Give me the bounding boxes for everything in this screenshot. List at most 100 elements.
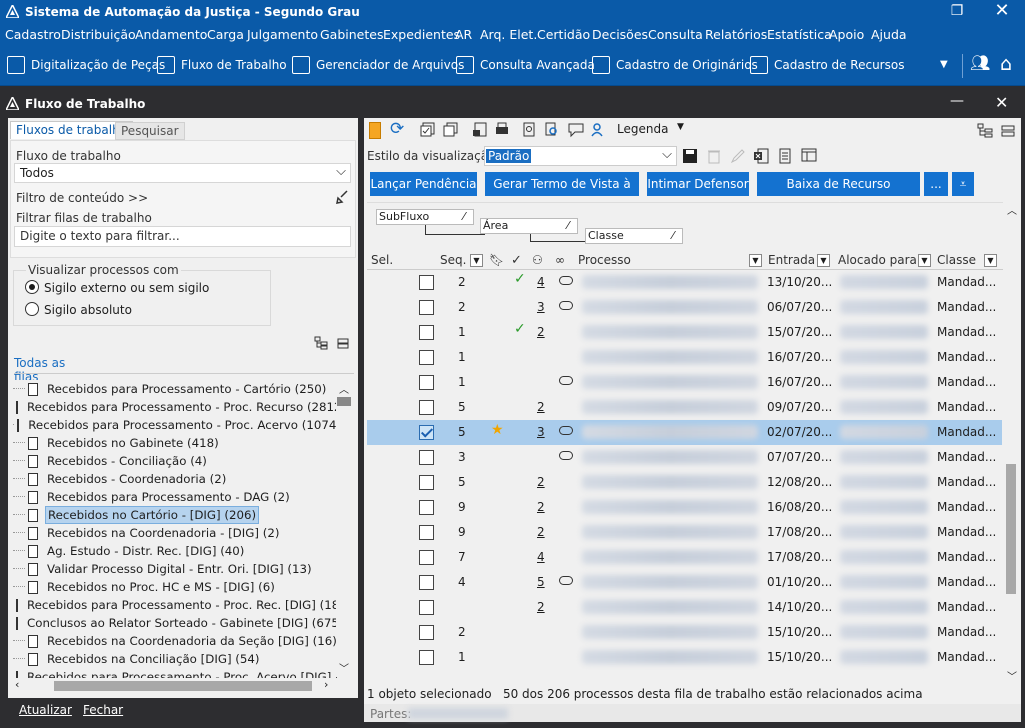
row-count-link[interactable]: 2 (537, 400, 545, 414)
tree-collapse-icon[interactable] (336, 336, 350, 350)
toolbar-button-3[interactable]: Consulta Avançada (456, 56, 595, 74)
row-checkbox[interactable] (419, 475, 434, 490)
more-actions-button[interactable]: ... (924, 172, 948, 196)
col-link-icon[interactable]: ∞ (555, 251, 565, 269)
table-row[interactable]: 9 2 16/08/20... Mandad... (367, 495, 1002, 520)
row-processo-redacted[interactable] (582, 575, 758, 589)
update-button[interactable]: Atualizar (19, 703, 72, 717)
grid-scroll-thumb[interactable] (1006, 464, 1016, 594)
row-checkbox[interactable] (419, 350, 434, 365)
processo-filter-button[interactable]: ▼ (749, 254, 762, 267)
menu-item-11[interactable]: Consulta (648, 27, 703, 42)
close-panel-button[interactable]: ✕ (995, 93, 1008, 112)
toolbar-button-0[interactable]: Digitalização de Peças (7, 56, 165, 74)
row-count-link[interactable]: 3 (537, 300, 545, 314)
menu-item-6[interactable]: Expedientes (383, 27, 460, 42)
users-icon[interactable]: 👥︎ (970, 53, 990, 72)
document-icon[interactable] (777, 148, 793, 164)
row-checkbox[interactable] (419, 500, 434, 515)
menu-item-2[interactable]: Andamento (135, 27, 207, 42)
row-processo-redacted[interactable] (582, 400, 758, 414)
attach-doc-icon[interactable] (521, 122, 537, 138)
table-row[interactable]: 4 5 01/10/20... Mandad... (367, 570, 1002, 595)
style-select[interactable]: Padrão ⌵ (484, 146, 677, 166)
table-row[interactable]: 1 ✓ 2 15/07/20... Mandad... (367, 320, 1002, 345)
queue-filter-input[interactable]: Digite o texto para filtrar... (14, 226, 351, 247)
row-processo-redacted[interactable] (582, 450, 758, 464)
entrada-filter-button[interactable]: ▼ (817, 254, 830, 267)
menu-item-4[interactable]: Julgamento (247, 27, 318, 42)
grid-vscroll[interactable]: ︿ ﹀ (1003, 202, 1019, 684)
row-checkbox[interactable] (419, 525, 434, 540)
menu-item-5[interactable]: Gabinetes (320, 27, 383, 42)
columns-config-icon[interactable] (801, 148, 817, 164)
queue-item[interactable]: Recebidos - Conciliação (4) (13, 452, 337, 470)
menu-item-15[interactable]: Ajuda (871, 27, 907, 42)
toolbar-button-5[interactable]: Cadastro de Recursos (750, 56, 904, 74)
all-queues-tab[interactable]: Todas as filas (14, 356, 92, 384)
row-checkbox[interactable] (419, 550, 434, 565)
menu-item-0[interactable]: Cadastro (5, 27, 61, 42)
table-row[interactable]: 2 ✓ 4 13/10/20... Mandad... (367, 270, 1002, 295)
bookmark-icon[interactable] (369, 122, 381, 139)
toolbar-button-2[interactable]: Gerenciador de Arquivos (292, 56, 464, 74)
term-vista-pgj-button[interactable]: Gerar Termo de Vista à PGJ (485, 172, 639, 215)
table-row[interactable]: 3 07/07/20... Mandad... (367, 445, 1002, 470)
row-count-link[interactable]: 5 (537, 575, 545, 589)
scroll-up-icon[interactable]: ︿ (1007, 202, 1017, 217)
seq-filter-button[interactable]: ▼ (470, 254, 483, 267)
queue-item[interactable]: Recebidos para Processamento - Proc. Ace… (13, 416, 337, 434)
row-count-link[interactable]: 2 (537, 525, 545, 539)
col-classe[interactable]: Classe (937, 251, 976, 269)
queue-item[interactable]: Recebidos na Conciliação [DIG] (54) (13, 650, 337, 668)
minimize-panel-button[interactable]: — (950, 93, 964, 109)
row-processo-redacted[interactable] (582, 550, 758, 564)
scroll-up-icon[interactable]: ︿ (339, 381, 349, 396)
queue-item[interactable]: Recebidos para Processamento - Proc. Rec… (13, 398, 337, 416)
row-checkbox[interactable] (419, 575, 434, 590)
content-filter-link[interactable]: Filtro de conteúdo >> (16, 191, 148, 205)
scroll-down-icon[interactable]: ﹀ (339, 660, 349, 675)
broom-icon[interactable] (335, 190, 349, 204)
toolbar-button-4[interactable]: Cadastro de Originários (592, 56, 758, 74)
queue-item[interactable]: Recebidos na Coordenadoria - [DIG] (2) (13, 524, 337, 542)
row-processo-redacted[interactable] (582, 275, 758, 289)
toolbar-more-icon[interactable]: ▼ (940, 59, 948, 70)
menu-item-3[interactable]: Carga (207, 27, 244, 42)
table-row[interactable]: 1 16/07/20... Mandad... (367, 345, 1002, 370)
hscroll-thumb[interactable] (54, 681, 312, 691)
list-view-icon[interactable] (1000, 123, 1016, 139)
export-excel-icon[interactable] (753, 148, 769, 164)
menu-item-1[interactable]: Distribuição (61, 27, 136, 42)
radio-sigilo-externo[interactable] (25, 280, 39, 294)
select-all-icon[interactable] (420, 122, 436, 138)
queue-item[interactable]: Recebidos para Processamento - Proc. Ace… (13, 668, 337, 678)
refresh-icon[interactable]: ⟳ (390, 119, 404, 139)
queue-item[interactable]: Recebidos - Coordenadoria (2) (13, 470, 337, 488)
col-processo[interactable]: Processo (578, 251, 631, 269)
tab-pesquisar[interactable]: Pesquisar (115, 122, 185, 140)
table-row[interactable]: 1 16/07/20... Mandad... (367, 370, 1002, 395)
row-checkbox[interactable] (419, 425, 434, 440)
close-button[interactable]: Fechar (83, 703, 123, 717)
col-sel[interactable]: Sel. (371, 251, 393, 269)
tree-vscroll[interactable]: ︿ ﹀ (336, 378, 352, 677)
queue-item[interactable]: Recebidos para Processamento - Proc. Rec… (13, 596, 337, 614)
row-checkbox[interactable] (419, 650, 434, 665)
queue-item[interactable]: Conclusos ao Relator Sorteado - Gabinete… (13, 614, 337, 632)
menu-item-7[interactable]: AR (455, 27, 472, 42)
tree-view-icon[interactable] (977, 123, 993, 139)
row-checkbox[interactable] (419, 325, 434, 340)
row-processo-redacted[interactable] (582, 525, 758, 539)
menu-item-10[interactable]: Decisões (592, 27, 648, 42)
menu-item-12[interactable]: Relatórios (705, 27, 767, 42)
col-seq[interactable]: Seq. (440, 251, 466, 269)
scroll-right-icon[interactable]: › (324, 678, 328, 691)
home-icon[interactable]: ⌂ (1000, 53, 1012, 75)
queue-item[interactable]: Recebidos no Gabinete (418) (13, 434, 337, 452)
table-row[interactable]: 2 15/10/20... Mandad... (367, 620, 1002, 645)
menu-item-13[interactable]: Estatística (767, 27, 832, 42)
table-row[interactable]: 5 2 12/08/20... Mandad... (367, 470, 1002, 495)
table-row[interactable]: 2 14/10/20... Mandad... (367, 595, 1002, 620)
row-checkbox[interactable] (419, 275, 434, 290)
